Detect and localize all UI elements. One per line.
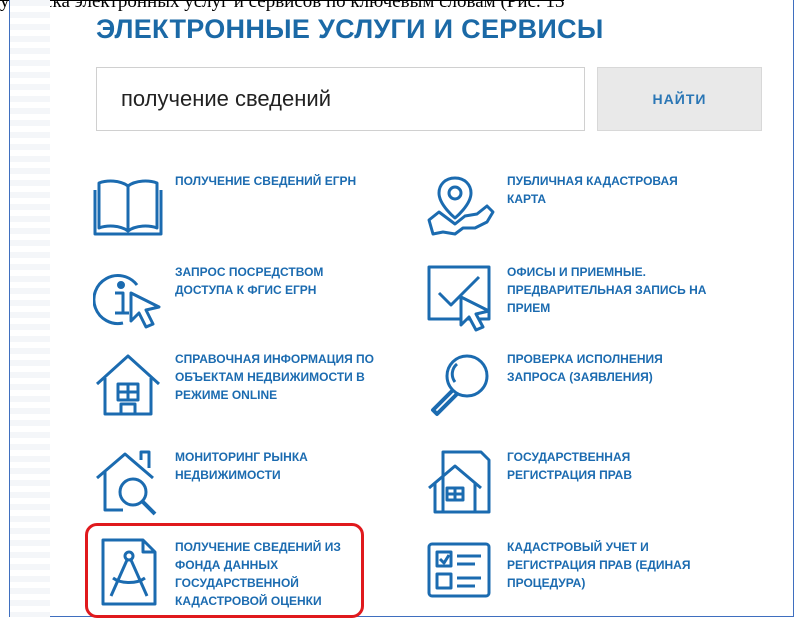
service-item-egrn[interactable]: ПОЛУЧЕНИЕ СВЕДЕНИЙ ЕГРН [93,172,356,242]
service-label: ПРОВЕРКА ИСПОЛНЕНИЯ ЗАПРОСА (ЗАЯВЛЕНИЯ) [507,352,663,384]
service-item-offices[interactable]: ОФИСЫ И ПРИЕМНЫЕ. ПРЕДВАРИТЕЛЬНАЯ ЗАПИСЬ… [425,263,706,333]
info-cursor-icon [92,263,163,333]
search-input[interactable] [121,86,561,112]
house-search-icon [93,448,163,518]
page-title: ЭЛЕКТРОННЫЕ УСЛУГИ И СЕРВИСЫ [96,14,604,44]
service-item-cadastral-map[interactable]: ПУБЛИЧНАЯ КАДАСТРОВАЯ КАРТА [425,172,678,242]
checkbox-cursor-icon [425,263,495,333]
side-pattern [10,0,50,617]
service-label: КАДАСТРОВЫЙ УЧЕТ И РЕГИСТРАЦИЯ ПРАВ (ЕДИ… [507,540,691,590]
service-label: ПОЛУЧЕНИЕ СВЕДЕНИЙ ЕГРН [175,174,357,188]
highlight-box [85,523,364,618]
search-button[interactable]: НАЙТИ [597,67,762,131]
house-document-icon [425,448,495,518]
service-label: ГОСУДАРСТВЕННАЯ РЕГИСТРАЦИЯ ПРАВ [507,450,633,482]
house-icon [93,350,163,420]
service-item-fgis-access[interactable]: ЗАПРОС ПОСРЕДСТВОМ ДОСТУПА К ФГИС ЕГРН [92,263,323,333]
service-label: ОФИСЫ И ПРИЕМНЫЕ. ПРЕДВАРИТЕЛЬНАЯ ЗАПИСЬ… [507,265,707,315]
form-list-icon [425,538,495,608]
service-label: СПРАВОЧНАЯ ИНФОРМАЦИЯ ПО ОБЪЕКТАМ НЕДВИЖ… [175,352,375,402]
search-box[interactable] [96,67,585,131]
service-item-cadastral-registration[interactable]: КАДАСТРОВЫЙ УЧЕТ И РЕГИСТРАЦИЯ ПРАВ (ЕДИ… [425,538,690,608]
service-label: ЗАПРОС ПОСРЕДСТВОМ ДОСТУПА К ФГИС ЕГРН [175,265,324,297]
service-label: МОНИТОРИНГ РЫНКА НЕДВИЖИМОСТИ [175,450,308,482]
map-pin-icon [425,172,495,242]
service-label: ПУБЛИЧНАЯ КАДАСТРОВАЯ КАРТА [507,174,678,206]
magnifier-icon [425,350,495,420]
service-item-market-monitoring[interactable]: МОНИТОРИНГ РЫНКА НЕДВИЖИМОСТИ [93,448,308,518]
service-item-reference-info[interactable]: СПРАВОЧНАЯ ИНФОРМАЦИЯ ПО ОБЪЕКТАМ НЕДВИЖ… [93,350,374,420]
service-item-state-registration[interactable]: ГОСУДАРСТВЕННАЯ РЕГИСТРАЦИЯ ПРАВ [425,448,632,518]
service-item-request-check[interactable]: ПРОВЕРКА ИСПОЛНЕНИЯ ЗАПРОСА (ЗАЯВЛЕНИЯ) [425,350,663,420]
book-icon [93,172,163,242]
